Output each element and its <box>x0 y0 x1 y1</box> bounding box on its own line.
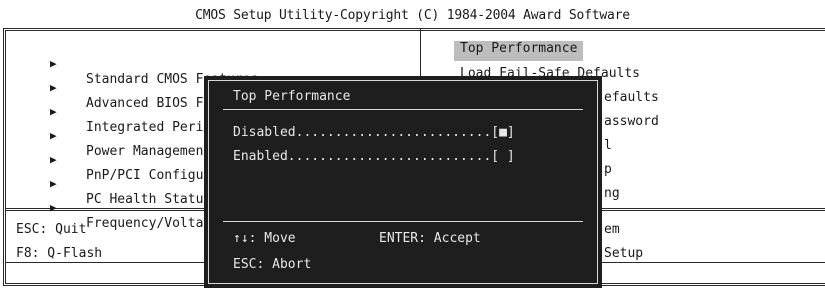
right-triangle-icon: ▶ <box>50 201 57 214</box>
menu-item-exit-without-saving[interactable]: ng <box>604 186 620 206</box>
hint-accept: ENTER: Accept <box>379 231 481 246</box>
dialog-title-separator <box>223 109 583 110</box>
dialog-hint-separator <box>223 221 583 222</box>
top-performance-dialog: Top Performance Disabled................… <box>204 76 602 288</box>
menu-item-standard-cmos[interactable]: ▶ Standard CMOS Features <box>0 42 420 87</box>
help-f8-qflash: F8: Q-Flash <box>16 246 103 261</box>
menu-item-save-exit[interactable]: p <box>604 162 612 182</box>
menu-item-set-password[interactable]: assword <box>604 114 659 134</box>
dialog-body: Top Performance Disabled................… <box>208 80 598 284</box>
menu-item-load-optimized-defaults[interactable]: efaults <box>604 90 659 110</box>
help-esc-quit: ESC: Quit <box>16 222 87 237</box>
dialog-title: Top Performance <box>233 89 351 104</box>
window-title: CMOS Setup Utility-Copyright (C) 1984-20… <box>195 8 630 23</box>
help-right-1: em <box>604 222 620 237</box>
option-enabled[interactable]: Enabled..........................[ ] <box>233 149 515 164</box>
hint-abort: ESC: Abort <box>233 257 312 272</box>
option-disabled[interactable]: Disabled.........................[■] <box>233 125 515 140</box>
help-right-2: Setup <box>604 246 644 261</box>
menu-item-top-performance[interactable]: Top Performance <box>454 41 584 61</box>
hint-move: ↑↓: Move <box>233 231 296 246</box>
menu-item-set-user-password[interactable]: l <box>604 138 612 158</box>
